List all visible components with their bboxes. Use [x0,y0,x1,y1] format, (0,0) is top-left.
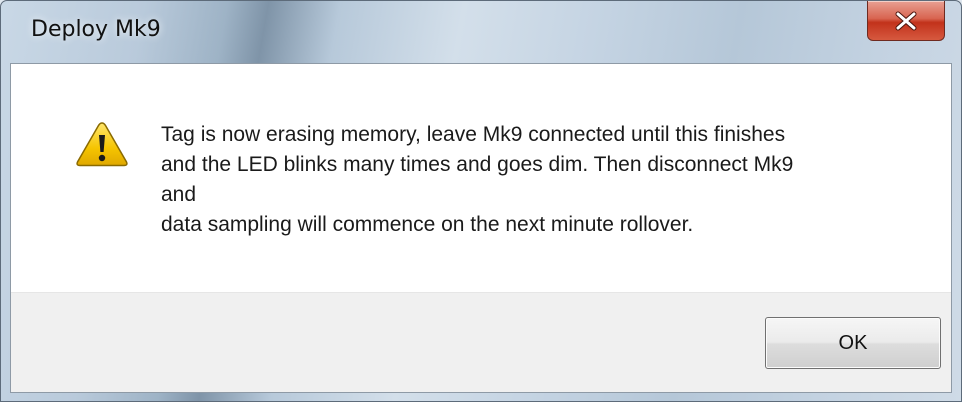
warning-icon [76,122,128,167]
message-line: data sampling will commence on the next … [161,213,694,236]
close-button[interactable] [867,1,945,41]
message-line: Tag is now erasing memory, leave Mk9 con… [161,123,786,146]
ok-button[interactable]: OK [765,317,941,369]
dialog-content: Tag is now erasing memory, leave Mk9 con… [10,63,952,393]
window-title: Deploy Mk9 [31,17,161,42]
message-line: and the LED blinks many times and goes d… [161,153,794,176]
message-line: and [161,183,197,206]
button-area: OK [11,292,951,392]
message-area: Tag is now erasing memory, leave Mk9 con… [11,64,951,292]
title-bar[interactable]: Deploy Mk9 [1,1,961,63]
dialog-window: Deploy Mk9 Tag is now erasing memory, le… [0,0,962,402]
message-text: Tag is now erasing memory, leave Mk9 con… [161,120,921,240]
close-icon [895,11,917,30]
